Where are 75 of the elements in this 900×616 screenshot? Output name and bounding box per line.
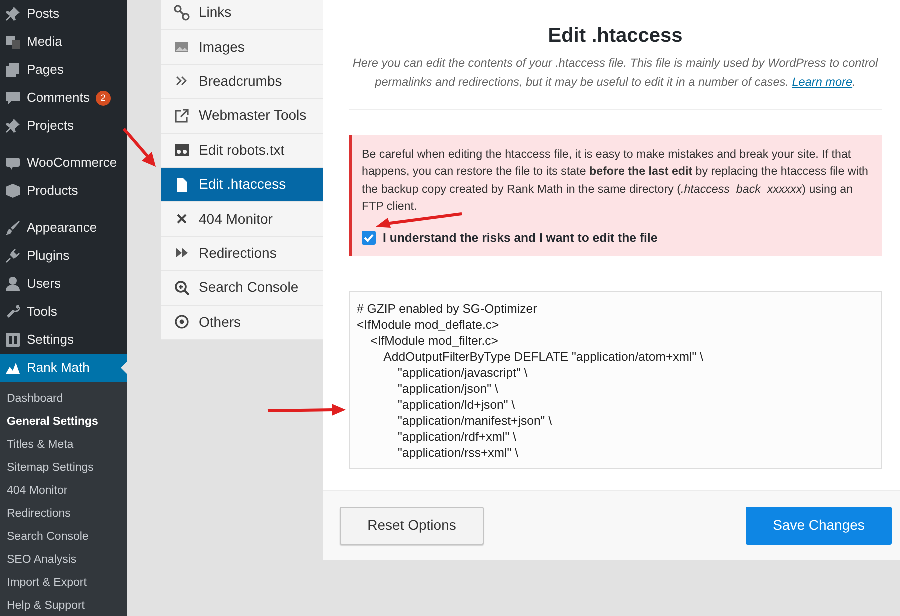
admin-menu-item[interactable]: Pages: [0, 56, 127, 84]
admin-menu-item[interactable]: Plugins: [0, 242, 127, 270]
external-link-icon: [174, 108, 190, 124]
store-icon: [5, 155, 21, 171]
description-text: Here you can edit the contents of your .htaccess file. This file is mainly used by WordPress to control permalinks and redirections, but it may be useful to edit it in a number of cases. Learn more.: [352, 55, 880, 91]
submenu-item[interactable]: Titles & Meta: [0, 434, 127, 457]
submenu-item[interactable]: Dashboard: [0, 388, 127, 411]
settings-icon: [5, 332, 21, 348]
submenu-item[interactable]: Help & Support: [0, 595, 127, 616]
pages-icon: [5, 62, 21, 78]
warning-text: Be careful when editing the htaccess file, it is easy to make mistakes and break your site. If that happens, you can restore the file to its state before the last edit by replacing the htaccess file with the backup copy created by Rank Math in the same directory (.htaccess_back_xxxxxx) using an FTP client.: [362, 147, 870, 215]
pin-icon: [5, 6, 21, 22]
menu-label: Posts: [27, 5, 60, 24]
media-icon: [5, 34, 21, 50]
target-icon: [174, 314, 190, 330]
submenu-item[interactable]: General Settings: [0, 411, 127, 434]
tab-label: Breadcrumbs: [199, 72, 282, 91]
checkbox-label: I understand the risks and I want to edit the file: [383, 230, 658, 248]
settings-tab[interactable]: Edit .htaccess: [161, 168, 323, 202]
cube-icon: [5, 183, 21, 199]
tab-label: Edit robots.txt: [199, 140, 285, 160]
reset-button[interactable]: Reset Options: [340, 506, 484, 544]
robot-icon: [174, 142, 190, 158]
wrench-icon: [5, 304, 21, 320]
file-icon: [174, 176, 190, 193]
pin-icon: [5, 118, 21, 134]
admin-menu-item[interactable]: Users: [0, 270, 127, 298]
admin-menu-item[interactable]: Appearance: [0, 214, 127, 242]
menu-label: Comments: [27, 89, 90, 108]
menu-label: Pages: [27, 61, 64, 80]
admin-menu-item[interactable]: Projects: [0, 112, 127, 140]
link-icon: [174, 4, 190, 21]
submenu-item[interactable]: Search Console: [0, 526, 127, 549]
admin-menu-item[interactable]: WooCommerce: [0, 149, 127, 177]
tab-label: Webmaster Tools: [199, 106, 307, 126]
tab-label: Links: [199, 3, 232, 22]
admin-menu-item[interactable]: Tools: [0, 298, 127, 326]
tab-label: Redirections: [199, 244, 277, 263]
admin-menu-item[interactable]: Rank Math: [0, 354, 127, 382]
user-icon: [5, 276, 21, 292]
admin-menu-item[interactable]: Posts: [0, 0, 127, 28]
tab-label: Search Console: [199, 278, 299, 298]
menu-label: WooCommerce: [27, 154, 118, 172]
menu-label: Settings: [27, 331, 74, 350]
tab-label: 404 Monitor: [199, 210, 273, 229]
submenu-item[interactable]: 404 Monitor: [0, 480, 127, 503]
speech-bubble-icon: [5, 90, 21, 106]
brush-icon: [5, 220, 21, 236]
admin-menu-item[interactable]: Media: [0, 28, 127, 56]
save-button[interactable]: Save Changes: [746, 506, 892, 544]
learn-more-link[interactable]: Learn more: [792, 75, 853, 89]
menu-label: Tools: [27, 303, 58, 322]
menu-label: Products: [27, 182, 78, 200]
code-editor[interactable]: # GZIP enabled by SG-Optimizer <IfModule mod_deflate.c> <IfModule mod_filter.c> AddOutputFilterByType DEFLATE "application/atom+xml" \ "application/javascript" \ "application/json" \ "application/ld+json" \ "application/manifest+json" \ "application/rdf+xml" \ "application/rss+xml" \: [349, 290, 882, 469]
menu-label: Appearance: [27, 219, 98, 238]
menu-label: Plugins: [27, 247, 70, 266]
count-badge: 2: [96, 90, 111, 106]
admin-menu-item[interactable]: Settings: [0, 326, 127, 354]
tab-label: Others: [199, 312, 242, 332]
submenu-item[interactable]: Import & Export: [0, 572, 127, 595]
plug-icon: [5, 248, 21, 264]
submenu-item[interactable]: Sitemap Settings: [0, 457, 127, 480]
submenu-item[interactable]: Redirections: [0, 503, 127, 526]
tab-label: Edit .htaccess: [199, 175, 286, 194]
search-icon: [174, 280, 190, 296]
checkbox[interactable]: [362, 231, 376, 246]
admin-menu-item[interactable]: Products: [0, 177, 127, 205]
menu-label: Projects: [27, 117, 74, 136]
menu-label: Rank Math: [27, 359, 90, 378]
admin-menu-item[interactable]: Comments 2: [0, 84, 127, 112]
tab-label: Images: [199, 38, 245, 57]
submenu-item[interactable]: SEO Analysis: [0, 549, 127, 572]
page-title: Edit .htaccess: [547, 24, 684, 48]
menu-label: Media: [27, 33, 62, 52]
menu-label: Users: [27, 275, 61, 294]
